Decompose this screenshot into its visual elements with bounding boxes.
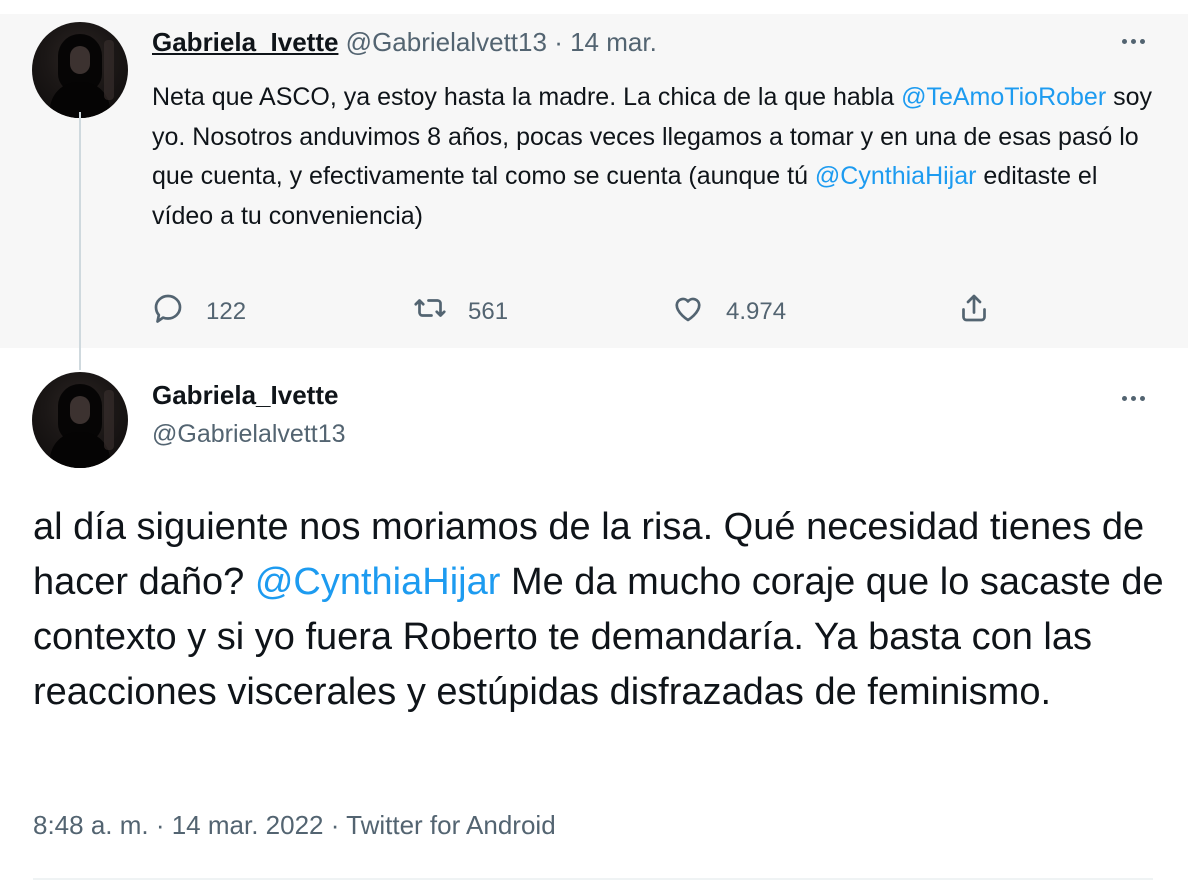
- parent-tweet-header: Gabriela_Ivette @Gabrielalvett13 · 14 ma…: [152, 26, 657, 58]
- tweet-text-segment: Neta que ASCO, ya estoy hasta la madre. …: [152, 83, 902, 111]
- reply-icon: [150, 290, 186, 333]
- retweet-button[interactable]: 561: [412, 290, 508, 333]
- author-name[interactable]: Gabriela_Ivette: [152, 380, 338, 411]
- share-icon: [956, 290, 992, 333]
- mention-link[interactable]: @TeAmoTioRober: [901, 83, 1106, 111]
- retweet-count: 561: [468, 297, 509, 325]
- tweet-date-link[interactable]: 14 mar.: [570, 27, 657, 57]
- retweet-icon: [412, 290, 448, 333]
- avatar[interactable]: [32, 22, 128, 118]
- heart-icon: [670, 290, 706, 333]
- parent-tweet-text: Neta que ASCO, ya estoy hasta la madre. …: [152, 78, 1162, 236]
- tweet-actions: 122 561 4.974: [0, 290, 1188, 340]
- like-button[interactable]: 4.974: [670, 290, 786, 333]
- parent-tweet[interactable]: Gabriela_Ivette @Gabrielalvett13 · 14 ma…: [0, 14, 1188, 348]
- thread-connector-line: [79, 112, 81, 370]
- divider: [33, 878, 1153, 880]
- author-handle[interactable]: @Gabrielalvett13: [346, 27, 547, 57]
- more-icon[interactable]: [1113, 26, 1153, 56]
- mention-link[interactable]: @CynthiaHijar: [255, 561, 501, 603]
- author-handle[interactable]: @Gabrielalvett13: [152, 420, 346, 449]
- more-icon[interactable]: [1113, 383, 1153, 413]
- tweet-timestamp-source[interactable]: 8:48 a. m. · 14 mar. 2022 · Twitter for …: [33, 810, 556, 841]
- header-separator: ·: [554, 27, 563, 57]
- reply-count: 122: [206, 297, 247, 325]
- like-count: 4.974: [726, 297, 787, 325]
- main-tweet-text: al día siguiente nos moriamos de la risa…: [33, 500, 1173, 720]
- author-name-link[interactable]: Gabriela_Ivette: [152, 27, 338, 57]
- share-button[interactable]: [956, 290, 992, 333]
- avatar[interactable]: [32, 372, 128, 468]
- reply-button[interactable]: 122: [150, 290, 246, 333]
- mention-link[interactable]: @CynthiaHijar: [815, 162, 977, 190]
